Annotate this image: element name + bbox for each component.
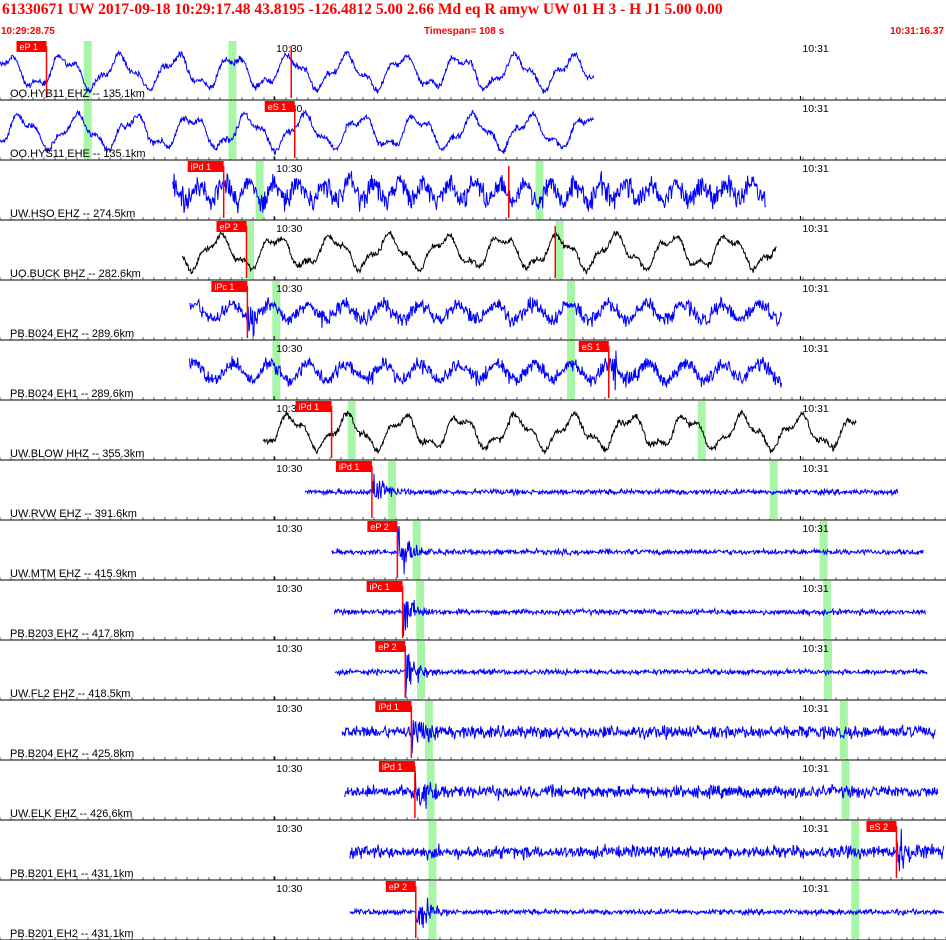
minute-label: 10:31 [802,223,828,235]
green-phase-marker [567,281,576,339]
green-phase-marker [228,101,237,159]
minute-label: 10:31 [802,163,828,175]
station-label: PB.B024 EH1 -- 289.6km [10,388,134,400]
minute-label: 10:30 [276,703,302,715]
station-label: UW.HSO EHZ -- 274.5km [10,208,135,220]
minute-label: 10:30 [276,763,302,775]
pick-label: eP 2 [389,882,407,892]
minute-label: 10:30 [276,223,302,235]
minute-label: 10:30 [276,283,302,295]
minute-label: 10:30 [276,523,302,535]
pick-label: iPc 1 [370,582,390,592]
minute-label: 10:30 [276,463,302,475]
minute-label: 10:30 [276,883,302,895]
minute-label: 10:31 [802,343,828,355]
station-label: UW.MTM EHZ -- 415.9km [10,568,137,580]
minute-label: 10:30 [276,43,302,55]
minute-label: 10:31 [802,583,828,595]
pick-label: eS 2 [869,822,888,832]
pick-label: eP 2 [378,642,396,652]
window-end-time: 10:31:16.37 [890,26,944,37]
minute-label: 10:31 [802,643,828,655]
pick-label: eP 2 [370,522,388,532]
station-label: UW.BLOW HHZ -- 355.3km [10,448,144,460]
minute-label: 10:31 [802,523,828,535]
minute-label: 10:31 [802,883,828,895]
green-phase-marker [555,221,564,279]
minute-label: 10:31 [802,823,828,835]
station-label: PB.B024 EHZ -- 289.6km [10,328,134,340]
minute-label: 10:30 [276,583,302,595]
minute-label: 10:31 [802,763,828,775]
window-start-time: 10:29:28.75 [1,26,55,37]
pick-label: iPd 1 [339,462,360,472]
timespan-label: Timespan= 108 s [424,26,505,37]
pick-label: iPd 1 [382,762,403,772]
minute-label: 10:30 [276,643,302,655]
station-label: UW.RVW EHZ -- 391.6km [10,508,137,520]
minute-label: 10:31 [802,283,828,295]
minute-label: 10:31 [802,463,828,475]
station-label: OO.HYB11 EHZ -- 135.1km [10,88,145,100]
station-label: UW.FL2 EHZ -- 418.5km [10,688,130,700]
waveform-trace [181,230,777,275]
pick-label: iPd 1 [378,702,399,712]
green-phase-marker [567,341,576,399]
station-label: UW.ELK EHZ -- 426.6km [10,808,132,820]
green-phase-marker [769,461,778,519]
pick-label: iPc 1 [214,282,234,292]
green-phase-marker [347,401,356,459]
station-label: PB.B201 EH2 -- 431.1km [10,928,134,940]
seismogram-panel[interactable]: 10:30 10:31 eP 1 OO.HYB11 EHZ -- 135.1km 10:… [0,38,946,940]
pick-label: eP 1 [19,42,37,52]
station-label: PB.B203 EHZ -- 417.8km [10,628,134,640]
minute-label: 10:30 [276,343,302,355]
event-header: 61330671 UW 2017-09-18 10:29:17.48 43.81… [0,0,946,40]
station-label: PB.B204 EHZ -- 425.8km [10,748,134,760]
minute-label: 10:31 [802,103,828,115]
minute-label: 10:30 [276,163,302,175]
minute-label: 10:31 [802,43,828,55]
green-phase-marker [839,701,848,759]
pick-label: eP 2 [219,222,237,232]
minute-label: 10:31 [802,403,828,415]
pick-label: iPd 1 [191,162,212,172]
minute-label: 10:31 [802,703,828,715]
minute-label: 10:30 [276,823,302,835]
station-label: PB.B201 EH1 -- 431.1km [10,868,134,880]
pick-label: iPd 1 [299,402,320,412]
green-phase-marker [535,161,544,219]
station-label: OO.HYS11 EHE -- 135.1km [10,148,146,160]
event-summary-line: 61330671 UW 2017-09-18 10:29:17.48 43.81… [2,1,723,18]
station-label: UO.BUCK BHZ -- 282.6km [10,268,141,280]
green-phase-marker [228,41,237,99]
pick-label: eS 1 [582,342,601,352]
pick-label: eS 1 [268,102,287,112]
